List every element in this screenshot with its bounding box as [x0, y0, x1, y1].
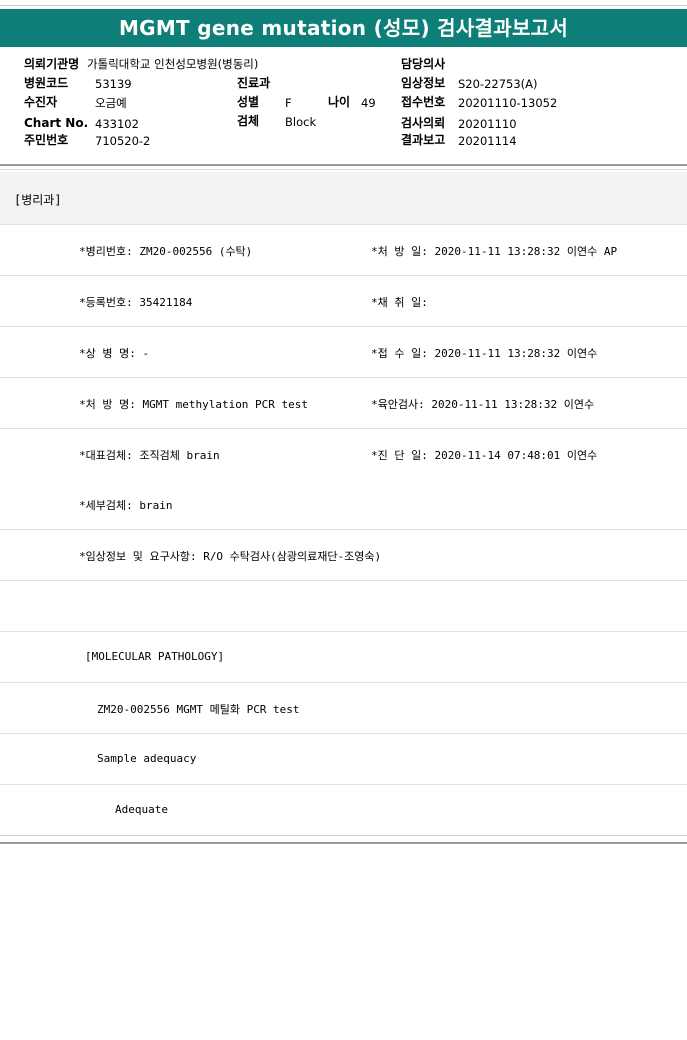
age-label: 나이	[328, 95, 351, 109]
report-date-value: 20201114	[458, 134, 517, 148]
receipt-no-value: 20201110-13052	[458, 96, 558, 110]
department-label: [병리과]	[14, 193, 62, 207]
report-title: MGMT gene mutation (성모) 검사결과보고서	[0, 9, 687, 47]
institution-label: 의뢰기관명	[24, 57, 80, 71]
order-date-text: *처 방 일: 2020-11-11 13:28:32 이연수 AP	[371, 245, 618, 258]
age-value: 49	[361, 96, 376, 110]
header-divider-light	[0, 169, 687, 170]
result-row-sub-specimen: *세부검체: brain	[0, 479, 687, 530]
department-bar: [병리과]	[0, 172, 687, 225]
request-date-value: 20201110	[458, 117, 517, 131]
receipt-no-label: 접수번호	[401, 95, 446, 109]
diagnosis-date-text: *진 단 일: 2020-11-14 07:48:01 이연수	[371, 449, 598, 462]
test-item-text: ZM20-002556 MGMT 메틸화 PCR test	[97, 703, 300, 716]
top-border-line	[0, 5, 687, 6]
specimen-label: 검체	[237, 114, 260, 128]
specimen-value: Block	[285, 115, 317, 129]
result-row-blank	[0, 581, 687, 632]
sex-label: 성별	[237, 95, 260, 109]
diagnosis-name-text: *상 병 명: -	[79, 347, 150, 360]
result-row-adequate: Adequate	[0, 785, 687, 836]
sample-adequacy-label: Sample adequacy	[97, 752, 197, 765]
hospital-code-label: 병원코드	[24, 76, 69, 90]
dept-label: 진료과	[237, 76, 271, 90]
result-row-order-name: *처 방 명: MGMT methylation PCR test *육안검사:…	[0, 378, 687, 429]
institution-field: 의뢰기관명 가톨릭대학교 인천성모병원(병동리)	[24, 57, 258, 71]
header-divider	[0, 164, 687, 166]
resident-no-value: 710520-2	[95, 134, 151, 148]
doctor-label: 담당의사	[401, 57, 446, 71]
result-row-pathology-no: *병리번호: ZM20-002556 (수탁) *처 방 일: 2020-11-…	[0, 225, 687, 276]
resident-no-label: 주민번호	[24, 133, 69, 147]
patient-value: 오금예	[95, 96, 127, 110]
result-row-registration-no: *등록번호: 35421184 *채 취 일:	[0, 276, 687, 327]
footer-divider	[0, 842, 687, 844]
clinical-info-label: 임상정보	[401, 76, 446, 90]
result-row-diagnosis-name: *상 병 명: - *접 수 일: 2020-11-11 13:28:32 이연…	[0, 327, 687, 378]
gross-exam-text: *육안검사: 2020-11-11 13:28:32 이연수	[371, 398, 595, 411]
result-row-test-item: ZM20-002556 MGMT 메틸화 PCR test	[0, 683, 687, 734]
chart-no-value: 433102	[95, 117, 139, 131]
request-date-label: 검사의뢰	[401, 116, 446, 130]
chart-no-label: Chart No.	[24, 116, 89, 130]
patient-label: 수진자	[24, 95, 58, 109]
clinical-request-text: *임상정보 및 요구사항: R/O 수탁검사(삼광의료재단-조영숙)	[79, 550, 382, 563]
order-name-text: *처 방 명: MGMT methylation PCR test	[79, 398, 309, 411]
report-date-label: 결과보고	[401, 133, 446, 147]
result-row-clinical-info: *임상정보 및 요구사항: R/O 수탁검사(삼광의료재단-조영숙)	[0, 530, 687, 581]
pathology-no-text: *병리번호: ZM20-002556 (수탁)	[79, 245, 253, 258]
receipt-date-text: *접 수 일: 2020-11-11 13:28:32 이연수	[371, 347, 598, 360]
sample-adequacy-value: Adequate	[115, 803, 168, 816]
hospital-code-value: 53139	[95, 77, 132, 91]
result-row-specimen: *대표검체: 조직검체 brain *진 단 일: 2020-11-14 07:…	[0, 429, 687, 480]
clinical-info-value: S20-22753(A)	[458, 77, 538, 91]
result-row-molecular-heading: [MOLECULAR PATHOLOGY]	[0, 632, 687, 683]
main-specimen-text: *대표검체: 조직검체 brain	[79, 449, 220, 462]
institution-value: 가톨릭대학교 인천성모병원(병동리)	[87, 57, 259, 71]
footer-divider-light	[0, 835, 687, 836]
sex-value: F	[285, 96, 292, 110]
result-row-sample-adequacy: Sample adequacy	[0, 734, 687, 785]
registration-no-text: *등록번호: 35421184	[79, 296, 193, 309]
molecular-pathology-heading: [MOLECULAR PATHOLOGY]	[85, 650, 225, 663]
sub-specimen-text: *세부검체: brain	[79, 499, 173, 512]
collection-date-text: *채 취 일:	[371, 296, 428, 309]
